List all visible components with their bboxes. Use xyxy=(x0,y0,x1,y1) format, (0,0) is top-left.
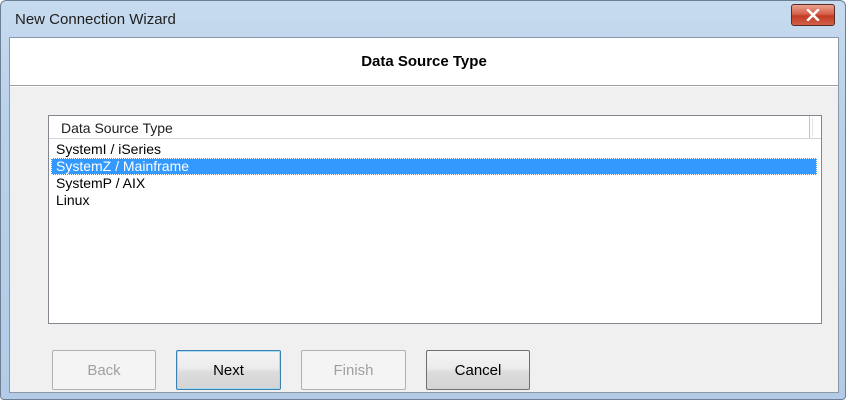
window-title: New Connection Wizard xyxy=(15,11,176,28)
next-button[interactable]: Next xyxy=(176,350,281,390)
data-source-list[interactable]: Data Source Type SystemI / iSeries Syste… xyxy=(48,115,822,324)
finish-button[interactable]: Finish xyxy=(301,350,406,390)
list-item-linux[interactable]: Linux xyxy=(51,192,817,209)
list-item-systemz[interactable]: SystemZ / Mainframe xyxy=(51,158,817,175)
list-rows: SystemI / iSeries SystemZ / Mainframe Sy… xyxy=(51,141,817,209)
header-divider xyxy=(10,86,838,87)
list-header: Data Source Type xyxy=(49,116,821,139)
cancel-button[interactable]: Cancel xyxy=(426,350,530,390)
back-button[interactable]: Back xyxy=(52,350,156,390)
wizard-content: Data Source Type Data Source Type System… xyxy=(9,37,839,393)
column-header-label: Data Source Type xyxy=(61,120,173,136)
list-item-systemi[interactable]: SystemI / iSeries xyxy=(51,141,817,158)
column-header-data-source-type[interactable]: Data Source Type xyxy=(49,116,810,138)
column-divider xyxy=(812,118,813,136)
close-x-icon xyxy=(806,9,820,21)
page-title: Data Source Type xyxy=(361,53,487,70)
list-item-systemp[interactable]: SystemP / AIX xyxy=(51,175,817,192)
close-button[interactable] xyxy=(791,4,835,26)
wizard-window: New Connection Wizard Data Source Type D… xyxy=(0,0,846,400)
title-bar[interactable]: New Connection Wizard xyxy=(1,1,845,37)
wizard-header: Data Source Type xyxy=(10,38,838,86)
